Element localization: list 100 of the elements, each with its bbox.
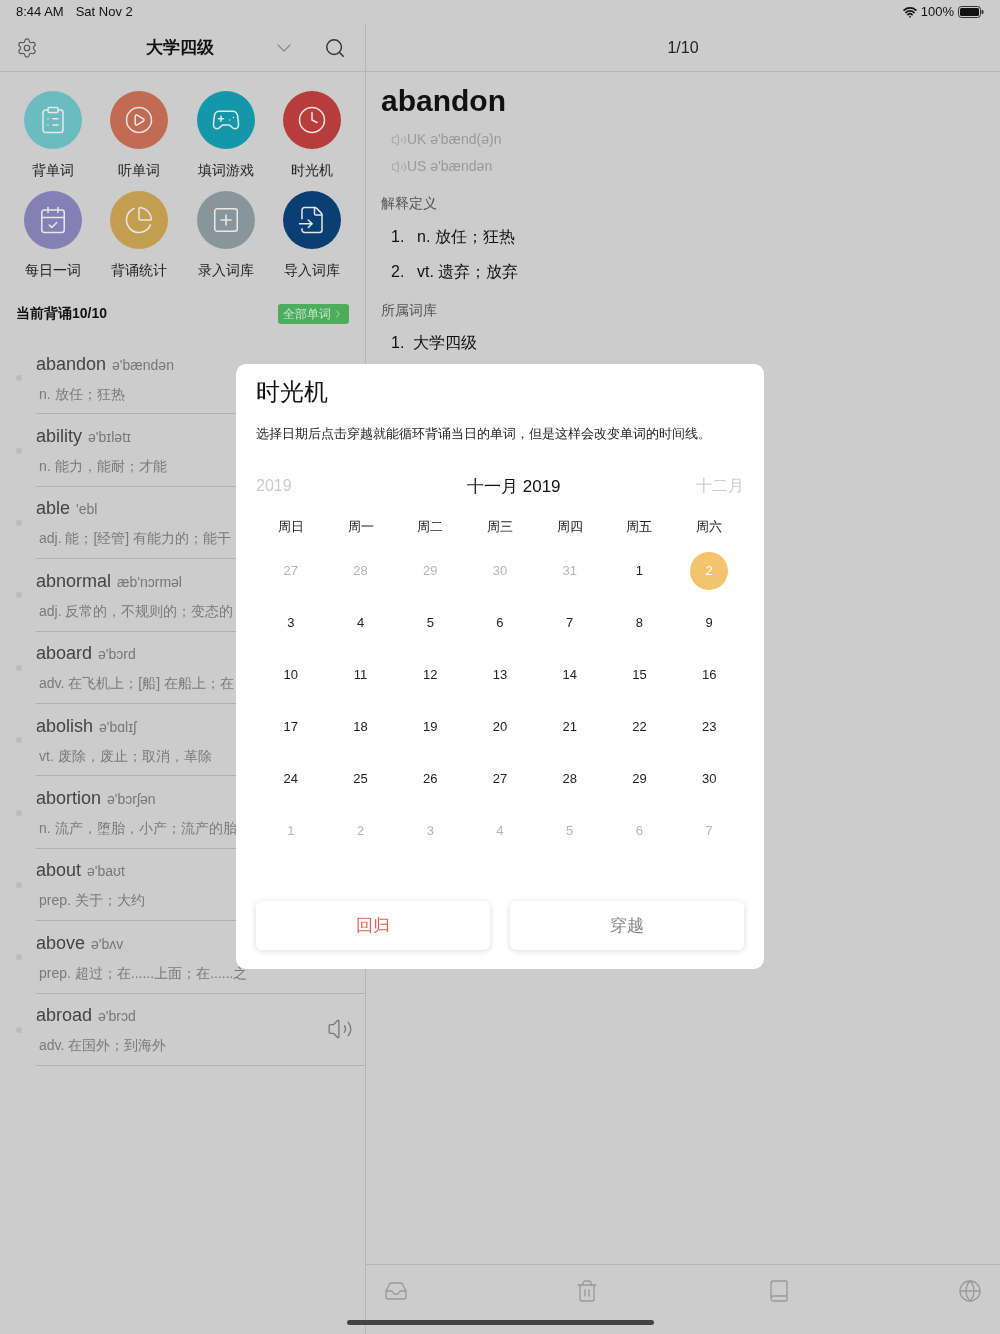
- word-counter: 1/10: [667, 37, 699, 58]
- word-phonetic: ə'bændən: [112, 355, 174, 375]
- search-icon[interactable]: [324, 36, 346, 59]
- word-phonetic: ə'bɪlətɪ: [88, 428, 132, 448]
- word-phonetic: 'ebl: [76, 500, 98, 520]
- weekday-label: 周六: [695, 518, 724, 536]
- calendar-day[interactable]: 12: [411, 655, 450, 694]
- settings-icon[interactable]: [16, 36, 38, 59]
- weekday-label: 周日: [276, 518, 305, 536]
- calendar-day[interactable]: 13: [481, 655, 519, 694]
- calendar-day[interactable]: 3: [271, 603, 310, 642]
- word-title: abolish: [36, 714, 94, 738]
- word-phonetic: ə'bɔrʃən: [107, 790, 156, 810]
- word-definition: n. 流产，堕胎，小产；流产的胎: [39, 819, 237, 839]
- word-definition: adv. 在国外；到海外: [39, 1036, 167, 1056]
- definition-text: n. 放任；狂热: [417, 227, 515, 247]
- word-title: abortion: [36, 787, 102, 811]
- word-title: abnormal: [36, 569, 112, 593]
- section-heading: 解释定义: [381, 194, 438, 213]
- list-number: 1.: [391, 227, 406, 247]
- calendar-day[interactable]: 17: [271, 707, 310, 746]
- calendar-day[interactable]: 5: [411, 603, 450, 642]
- weekday-label: 周二: [416, 518, 445, 536]
- dialog-button[interactable]: 穿越: [510, 901, 744, 950]
- word-phonetic: ə'bɔrd: [98, 645, 136, 665]
- status-date: Sat Nov 2: [75, 3, 133, 22]
- calendar-day[interactable]: 26: [411, 759, 450, 798]
- calendar-day[interactable]: 14: [550, 655, 589, 694]
- word-definition: adj. 能；[经管] 有能力的；能干: [39, 529, 232, 549]
- calendar-day[interactable]: 18: [341, 707, 380, 746]
- shortcut-label: 背诵统计: [111, 261, 168, 280]
- wordbook-text: 大学四级: [413, 333, 477, 353]
- calendar-day[interactable]: 9: [690, 603, 729, 642]
- shortcut-label: 听单词: [118, 161, 161, 180]
- word-definition: n. 能力，能耐；才能: [39, 457, 167, 477]
- calendar-day[interactable]: 10: [271, 655, 310, 694]
- calendar-day[interactable]: 16: [690, 655, 729, 694]
- weekday-label: 周五: [625, 518, 654, 536]
- word-title: aboard: [36, 642, 93, 666]
- word-phonetic: ə'bʌv: [91, 934, 124, 954]
- word-title: ability: [36, 425, 83, 449]
- word-phonetic: ə'baʊt: [87, 862, 125, 882]
- shortcut-label: 导入词库: [283, 261, 340, 280]
- shortcut-label: 背单词: [32, 161, 75, 180]
- calendar-day[interactable]: 27: [481, 759, 519, 798]
- shortcut-button[interactable]: [282, 191, 341, 249]
- pie-chart-icon: [124, 205, 155, 235]
- word-title: abandon: [36, 352, 107, 376]
- battery-icon: [958, 6, 984, 18]
- shortcut-label: 录入词库: [197, 261, 254, 280]
- word-title: abroad: [36, 1004, 93, 1028]
- globe-icon[interactable]: [958, 1279, 982, 1303]
- calendar-day[interactable]: 15: [620, 655, 659, 694]
- status-time: 8:44 AM: [16, 3, 64, 22]
- calendar-day[interactable]: 20: [481, 707, 519, 746]
- shortcut-label: 每日一词: [25, 261, 82, 280]
- dialog-title: 时光机: [256, 377, 329, 407]
- word-title: about: [36, 859, 82, 883]
- calendar-day[interactable]: 23: [690, 707, 729, 746]
- shortcut-label: 时光机: [290, 161, 333, 180]
- shortcut-label: 填词游戏: [197, 161, 254, 180]
- calendar-day[interactable]: 21: [550, 707, 589, 746]
- word-phonetic: ə'brɔd: [98, 1007, 136, 1027]
- word-definition: n. 放任；狂热: [39, 384, 125, 404]
- calendar-day[interactable]: 11: [341, 655, 380, 694]
- word-definition: prep. 关于；大约: [39, 891, 145, 911]
- wordbook-title[interactable]: 大学四级: [146, 34, 214, 61]
- calendar-day[interactable]: 4: [341, 603, 380, 642]
- weekday-label: 周四: [555, 518, 584, 536]
- wifi-icon: [902, 5, 917, 19]
- weekday-label: 周三: [486, 518, 514, 536]
- calendar-day[interactable]: 1: [620, 551, 659, 590]
- list-number: 2.: [391, 262, 406, 282]
- word-definition: adj. 反常的，不规则的；变态的: [39, 601, 234, 621]
- definition-text: vt. 遗弃；放弃: [417, 262, 519, 282]
- battery-level: 100%: [920, 3, 954, 22]
- calendar-day[interactable]: 6: [481, 603, 519, 642]
- word-definition: prep. 超过；在......上面；在......之: [39, 963, 248, 983]
- word-phonetic: æb'nɔrməl: [117, 572, 182, 592]
- calendar-day[interactable]: 29: [620, 759, 659, 798]
- word-title: above: [36, 931, 86, 955]
- weekday-label: 周一: [346, 518, 375, 536]
- calendar-day[interactable]: 25: [341, 759, 380, 798]
- word-phonetic: ə'bɑlɪʃ: [99, 717, 137, 737]
- word-definition: adv. 在飞机上；[船] 在船上；在: [39, 674, 234, 694]
- calendar-day[interactable]: 24: [271, 759, 310, 798]
- list-number: 1.: [391, 333, 406, 353]
- speaker-icon: [391, 158, 407, 175]
- calendar-day[interactable]: 19: [411, 707, 450, 746]
- shortcut-button[interactable]: [282, 91, 341, 149]
- calendar-day[interactable]: 22: [620, 707, 659, 746]
- progress-label: 当前背诵10/10: [16, 304, 108, 323]
- month-title: 十一月 2019: [467, 475, 561, 498]
- calendar-day[interactable]: 8: [620, 603, 659, 642]
- dialog-description: 选择日期后点击穿越就能循环背诵当日的单词，但是这样会改变单词的时间线。: [256, 425, 712, 443]
- calendar-day[interactable]: 30: [690, 759, 729, 798]
- inbox-icon[interactable]: [384, 1279, 408, 1303]
- calendar-day[interactable]: 7: [550, 603, 589, 642]
- word-title: able: [36, 497, 71, 521]
- calendar-day[interactable]: 28: [550, 759, 589, 798]
